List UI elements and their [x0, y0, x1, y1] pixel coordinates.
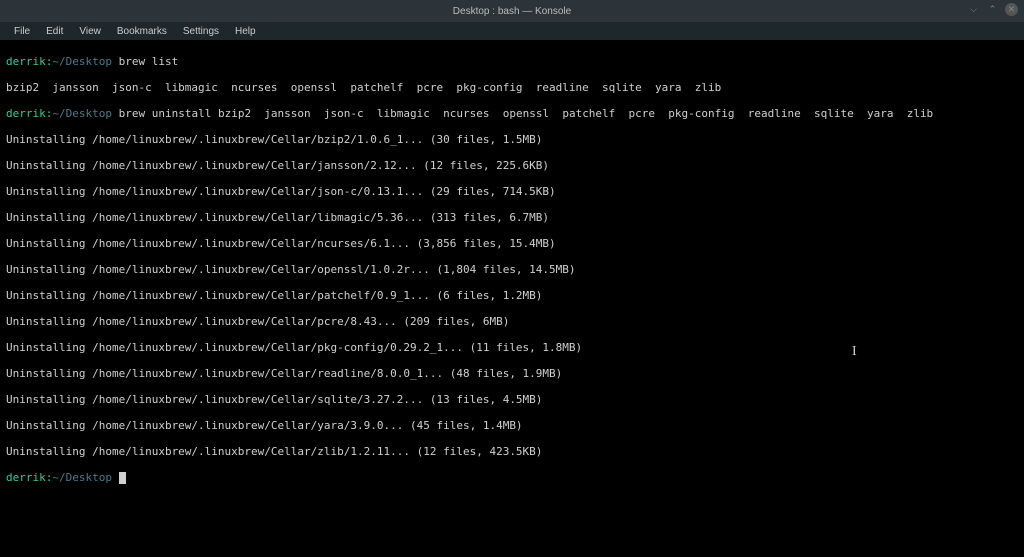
- window-controls: ⌵ ⌃ ✕: [967, 3, 1018, 16]
- command-text: brew uninstall bzip2 jansson json-c libm…: [119, 107, 934, 120]
- prompt-path: ~/Desktop: [52, 471, 112, 484]
- menu-bookmarks[interactable]: Bookmarks: [109, 26, 175, 37]
- terminal-line: Uninstalling /home/linuxbrew/.linuxbrew/…: [6, 211, 1018, 224]
- terminal-line: Uninstalling /home/linuxbrew/.linuxbrew/…: [6, 393, 1018, 406]
- terminal-line: Uninstalling /home/linuxbrew/.linuxbrew/…: [6, 133, 1018, 146]
- menu-bar: File Edit View Bookmarks Settings Help: [0, 22, 1024, 40]
- minimize-button[interactable]: ⌵: [967, 3, 980, 16]
- terminal-line: Uninstalling /home/linuxbrew/.linuxbrew/…: [6, 289, 1018, 302]
- terminal-line: Uninstalling /home/linuxbrew/.linuxbrew/…: [6, 263, 1018, 276]
- menu-settings[interactable]: Settings: [175, 26, 227, 37]
- prompt-user: derrik: [6, 471, 46, 484]
- terminal-line: Uninstalling /home/linuxbrew/.linuxbrew/…: [6, 237, 1018, 250]
- prompt-path: ~/Desktop: [52, 55, 112, 68]
- menu-view[interactable]: View: [71, 26, 109, 37]
- text-cursor-icon: I: [852, 345, 857, 358]
- maximize-button[interactable]: ⌃: [986, 3, 999, 16]
- prompt-user: derrik: [6, 107, 46, 120]
- close-button[interactable]: ✕: [1005, 3, 1018, 16]
- terminal-line: Uninstalling /home/linuxbrew/.linuxbrew/…: [6, 185, 1018, 198]
- terminal-line: Uninstalling /home/linuxbrew/.linuxbrew/…: [6, 367, 1018, 380]
- cursor-icon: [119, 472, 126, 484]
- window-title: Desktop : bash — Konsole: [453, 6, 571, 17]
- menu-help[interactable]: Help: [227, 26, 264, 37]
- prompt-path: ~/Desktop: [52, 107, 112, 120]
- terminal-line: Uninstalling /home/linuxbrew/.linuxbrew/…: [6, 341, 1018, 354]
- terminal-output[interactable]: derrik:~/Desktop brew list bzip2 jansson…: [0, 40, 1024, 557]
- terminal-line: Uninstalling /home/linuxbrew/.linuxbrew/…: [6, 419, 1018, 432]
- terminal-line: Uninstalling /home/linuxbrew/.linuxbrew/…: [6, 315, 1018, 328]
- terminal-line: derrik:~/Desktop: [6, 471, 1018, 484]
- window-titlebar: Desktop : bash — Konsole ⌵ ⌃ ✕: [0, 0, 1024, 22]
- terminal-line: derrik:~/Desktop brew list: [6, 55, 1018, 68]
- terminal-line: derrik:~/Desktop brew uninstall bzip2 ja…: [6, 107, 1018, 120]
- menu-file[interactable]: File: [6, 26, 38, 37]
- terminal-line: Uninstalling /home/linuxbrew/.linuxbrew/…: [6, 159, 1018, 172]
- terminal-line: Uninstalling /home/linuxbrew/.linuxbrew/…: [6, 445, 1018, 458]
- menu-edit[interactable]: Edit: [38, 26, 71, 37]
- terminal-line: bzip2 jansson json-c libmagic ncurses op…: [6, 81, 1018, 94]
- command-text: brew list: [119, 55, 179, 68]
- prompt-user: derrik: [6, 55, 46, 68]
